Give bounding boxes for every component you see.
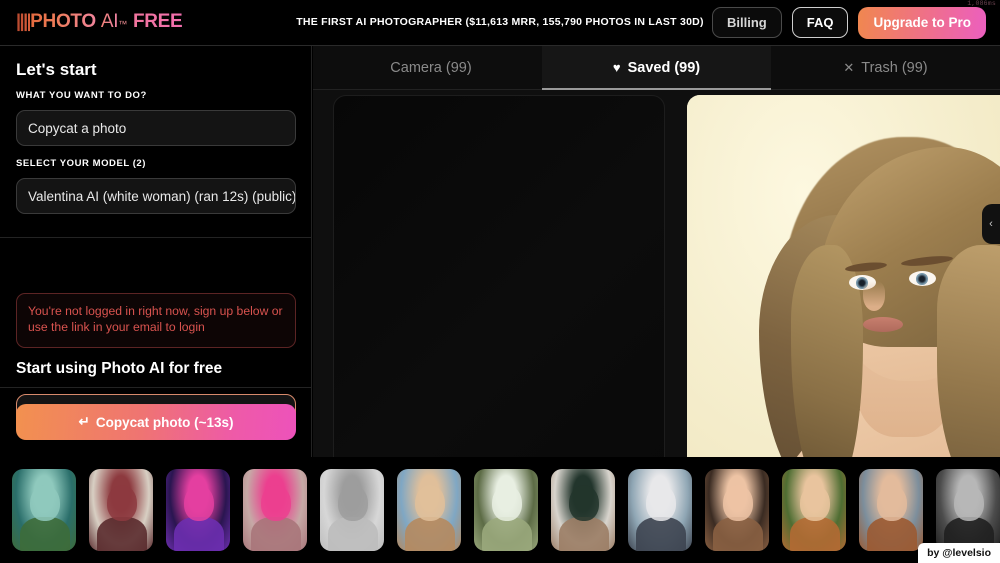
close-icon: ✕ <box>843 59 855 75</box>
thumbnail-item[interactable] <box>397 469 461 551</box>
thumbnail-body <box>482 517 532 551</box>
sidebar-panel: Let's start WHAT YOU WANT TO DO? Copycat… <box>0 46 312 457</box>
what-to-do-value: Copycat a photo <box>28 120 127 136</box>
gallery-card-placeholder[interactable] <box>333 95 665 457</box>
select-model-label: SELECT YOUR MODEL (2) <box>16 158 146 169</box>
thumbnail-list <box>12 469 1000 551</box>
upgrade-to-pro-button[interactable]: Upgrade to Pro <box>858 7 986 39</box>
logo-free-badge: FREE <box>132 11 183 32</box>
thumbnail-subject <box>492 485 522 521</box>
thumbnail-item[interactable] <box>551 469 615 551</box>
select-model-dropdown[interactable]: Valentina AI (white woman) (ran 12s) (pu… <box>16 178 296 214</box>
select-model-value: Valentina AI (white woman) (ran 12s) (pu… <box>28 188 296 204</box>
thumbnail-body <box>713 517 763 551</box>
thumbnail-item[interactable] <box>89 469 153 551</box>
gallery-tabs: Camera (99) ♥ Saved (99) ✕ Trash (99) <box>313 46 1000 90</box>
thumbnail-item[interactable] <box>782 469 846 551</box>
enter-key-icon: ↵ <box>78 414 90 429</box>
what-to-do-select[interactable]: Copycat a photo <box>16 110 296 146</box>
tab-trash[interactable]: ✕ Trash (99) <box>771 46 1000 89</box>
thumbnail-body <box>328 517 378 551</box>
cta-divider <box>0 387 312 388</box>
logo-photo-text: PHOTO <box>30 11 96 32</box>
thumbnail-item[interactable] <box>320 469 384 551</box>
tab-saved[interactable]: ♥ Saved (99) <box>542 46 771 90</box>
thumbnail-body <box>251 517 301 551</box>
logo-ai-text: AI <box>100 11 119 32</box>
billing-button[interactable]: Billing <box>712 7 782 39</box>
thumbnail-body <box>790 517 840 551</box>
thumbnail-subject <box>415 485 445 521</box>
portrait-image <box>687 95 1000 457</box>
thumbnail-subject <box>800 485 830 521</box>
thumbnail-body <box>20 517 70 551</box>
start-free-heading: Start using Photo AI for free <box>16 360 223 377</box>
performance-badge: 1,086ms <box>967 0 996 7</box>
copycat-photo-button[interactable]: ↵ Copycat photo (~13s) <box>16 404 296 440</box>
gallery-card-photo[interactable] <box>687 95 1000 457</box>
thumbnail-subject <box>261 485 291 521</box>
thumbnail-item[interactable] <box>705 469 769 551</box>
model-group: SELECT YOUR MODEL (2) Valentina AI (whit… <box>16 158 296 214</box>
thumbnail-item[interactable] <box>243 469 307 551</box>
thumbnail-subject <box>184 485 214 521</box>
thumbnail-subject <box>338 485 368 521</box>
logo-tm-mark: ™ <box>118 19 127 29</box>
thumbnail-subject <box>107 485 137 521</box>
what-to-do-label: WHAT YOU WANT TO DO? <box>16 90 147 101</box>
app-logo[interactable]: |||| PHOTO AI ™ FREE <box>16 11 183 33</box>
logo-bars-icon: |||| <box>16 11 32 31</box>
thumbnail-item[interactable] <box>628 469 692 551</box>
thumbnail-item[interactable] <box>166 469 230 551</box>
tab-camera[interactable]: Camera (99) <box>313 46 542 89</box>
app-header: |||| PHOTO AI ™ FREE THE FIRST AI PHOTOGRAPH… <box>0 0 1000 46</box>
copycat-photo-label: Copycat photo (~13s) <box>95 414 234 430</box>
thumbnail-subject <box>646 485 676 521</box>
what-to-do-group: WHAT YOU WANT TO DO? Copycat a photo <box>16 90 296 146</box>
heart-icon: ♥ <box>612 60 621 75</box>
photo-ai-app: |||| PHOTO AI ™ FREE THE FIRST AI PHOTOGRAPH… <box>0 0 1000 563</box>
faq-button[interactable]: FAQ <box>791 7 849 39</box>
sidebar-divider-top <box>0 237 312 238</box>
main-panel: Camera (99) ♥ Saved (99) ✕ Trash (99) ‹ <box>313 46 1000 457</box>
gallery-scroller[interactable] <box>313 90 1000 457</box>
thumbnail-item[interactable] <box>936 469 1000 551</box>
thumbnail-subject <box>723 485 753 521</box>
thumbnail-item[interactable] <box>859 469 923 551</box>
header-actions: Billing FAQ Upgrade to Pro <box>712 7 986 39</box>
thumbnail-body <box>174 517 224 551</box>
thumbnail-item[interactable] <box>12 469 76 551</box>
thumbnail-body <box>636 517 686 551</box>
credit-badge[interactable]: by @levelsio <box>918 543 1000 563</box>
tab-trash-label: Trash (99) <box>861 59 928 76</box>
thumbnail-item[interactable] <box>474 469 538 551</box>
thumbnail-body <box>867 517 917 551</box>
thumbnail-subject <box>569 485 599 521</box>
thumbnail-body <box>559 517 609 551</box>
thumbnail-subject <box>954 485 984 521</box>
thumbnail-subject <box>877 485 907 521</box>
tab-saved-label: Saved (99) <box>627 59 701 76</box>
sidebar-title: Let's start <box>16 60 97 79</box>
thumbnail-body <box>97 517 147 551</box>
thumbnail-body <box>405 517 455 551</box>
header-tagline: THE FIRST AI PHOTOGRAPHER ($11,613 MRR, … <box>296 16 704 28</box>
tab-camera-label: Camera (99) <box>390 59 472 76</box>
gallery-prev-chevron-icon[interactable]: ‹ <box>982 204 1000 244</box>
thumbnail-strip[interactable]: by @levelsio <box>0 457 1000 563</box>
thumbnail-subject <box>30 485 60 521</box>
not-logged-in-alert: You're not logged in right now, sign up … <box>16 293 296 348</box>
